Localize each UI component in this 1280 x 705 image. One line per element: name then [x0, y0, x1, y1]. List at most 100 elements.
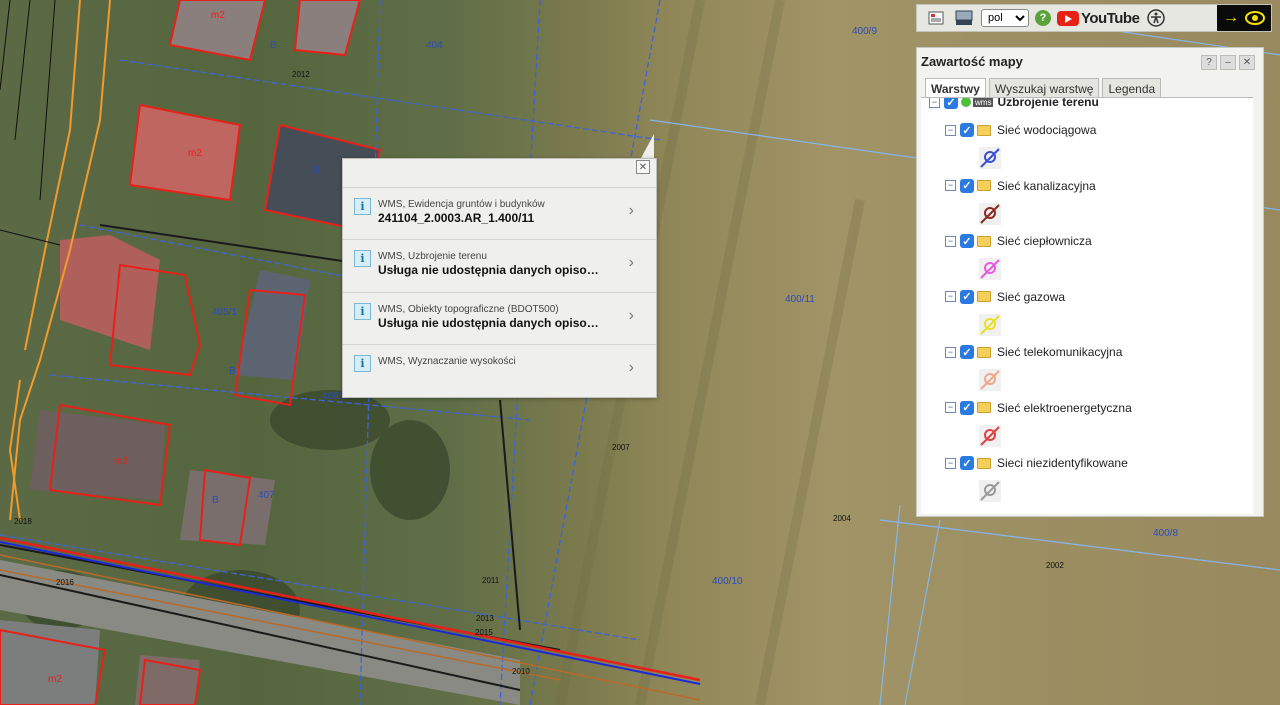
- minimize-icon[interactable]: –: [1220, 55, 1236, 70]
- high-contrast-button[interactable]: →: [1217, 5, 1271, 31]
- folder-icon: [977, 457, 991, 469]
- layer-item[interactable]: − ✓ Sieć gazowa: [945, 287, 1065, 307]
- building-label: B: [212, 495, 219, 506]
- parcel-label: 405/1: [212, 307, 238, 318]
- folder-icon: [977, 346, 991, 358]
- folder-icon: [977, 124, 991, 136]
- close-icon[interactable]: ✕: [1239, 55, 1255, 70]
- parcel-label: 404: [426, 40, 443, 51]
- point-label: 2010: [512, 667, 530, 676]
- layer-label: Sieć ciepłownicza: [997, 234, 1092, 248]
- youtube-link[interactable]: YouTube: [1057, 10, 1140, 27]
- close-icon[interactable]: ✕: [636, 160, 650, 174]
- collapse-icon[interactable]: −: [945, 291, 956, 302]
- language-select[interactable]: pol: [981, 9, 1029, 27]
- legend-symbol-icon: [979, 147, 1001, 169]
- result-value: 241104_2.0003.AR_1.400/11: [378, 211, 535, 225]
- collapse-icon[interactable]: −: [945, 346, 956, 358]
- parcel-label: 400/8: [1153, 528, 1179, 539]
- legend-symbol-icon: [979, 202, 1001, 225]
- checkbox-checked[interactable]: ✓: [960, 123, 974, 137]
- building-label: m2: [48, 674, 62, 685]
- point-label: 2004: [833, 514, 851, 523]
- collapse-icon[interactable]: −: [945, 235, 956, 247]
- parcel-label: 400/11: [785, 294, 815, 305]
- point-label: 2011: [482, 576, 500, 585]
- layer-item[interactable]: − ✓ Sieci niezidentyfikowane: [945, 453, 1128, 473]
- layer-item[interactable]: − ✓ Sieć wodociągowa: [945, 120, 1096, 140]
- point-label: 2015: [475, 628, 493, 637]
- layer-item[interactable]: − ✓ Sieć ciepłownicza: [945, 231, 1092, 251]
- folder-icon: [977, 291, 991, 302]
- result-item[interactable]: i WMS, Ewidencja gruntów i budynków 2411…: [343, 187, 656, 239]
- feature-info-popup: ✕ i WMS, Ewidencja gruntów i budynków 24…: [342, 158, 657, 398]
- chevron-right-icon: ›: [628, 254, 634, 271]
- result-value: Usługa nie udostępnia danych opisowych: [378, 263, 608, 277]
- parcel-label: 400/10: [712, 576, 743, 587]
- youtube-icon: [1057, 10, 1079, 26]
- layer-item[interactable]: − ✓ Sieć elektroenergetyczna: [945, 398, 1132, 418]
- layer-label: Sieci niezidentyfikowane: [997, 456, 1128, 470]
- eye-icon: [1245, 11, 1265, 25]
- checkbox-checked[interactable]: ✓: [960, 400, 974, 415]
- point-label: 2013: [476, 614, 494, 623]
- collapse-icon[interactable]: −: [945, 180, 956, 191]
- collapse-icon[interactable]: −: [945, 457, 956, 469]
- layer-label: Sieć gazowa: [997, 289, 1066, 304]
- checkbox-checked[interactable]: ✓: [960, 456, 974, 470]
- legend-symbol-icon: [979, 258, 1001, 280]
- chevron-right-icon: ›: [628, 359, 634, 376]
- building-label: m2: [211, 10, 225, 21]
- layer-label: Sieć kanalizacyjna: [997, 178, 1096, 193]
- result-value: Usługa nie udostępnia danych opisowych: [378, 316, 608, 330]
- layer-root[interactable]: − ✓ wms Uzbrojenie terenu: [929, 97, 1099, 112]
- point-label: 2007: [612, 443, 630, 452]
- building-label: B: [270, 40, 277, 51]
- panel-title: Zawartość mapy: [921, 54, 1023, 69]
- collapse-icon[interactable]: −: [929, 98, 940, 108]
- layer-label: Sieć wodociągowa: [997, 123, 1097, 137]
- layer-item[interactable]: − ✓ Sieć kanalizacyjna: [945, 176, 1096, 196]
- accessibility-icon[interactable]: [1145, 8, 1167, 28]
- legend-symbol-icon: [979, 369, 1001, 391]
- result-source: WMS, Wyznaczanie wysokości: [378, 356, 516, 367]
- point-label: 2018: [14, 517, 32, 526]
- building-label: B: [229, 366, 236, 377]
- wms-icon[interactable]: [953, 8, 975, 28]
- popup-tail: [640, 134, 654, 160]
- print-icon[interactable]: [925, 8, 947, 28]
- folder-icon: [977, 402, 991, 413]
- layer-item[interactable]: − ✓ Sieć telekomunikacyjna: [945, 342, 1122, 362]
- checkbox-checked[interactable]: ✓: [944, 98, 958, 109]
- checkbox-checked[interactable]: ✓: [960, 345, 974, 359]
- result-item[interactable]: i WMS, Obiekty topograficzne (BDOT500) U…: [343, 292, 656, 344]
- result-source: WMS, Ewidencja gruntów i budynków: [378, 199, 545, 210]
- checkbox-checked[interactable]: ✓: [960, 289, 974, 304]
- map-contents-panel: Zawartość mapy ? – ✕ Warstwy Wyszukaj wa…: [916, 47, 1264, 517]
- parcel-label: 400/9: [852, 26, 878, 37]
- layer-tree: − ✓ wms Uzbrojenie terenu − ✓ Sieć wodocią…: [921, 97, 1253, 514]
- wms-icon: wms: [973, 97, 994, 107]
- help-icon[interactable]: ?: [1201, 55, 1217, 70]
- chevron-right-icon: ›: [628, 202, 634, 219]
- collapse-icon[interactable]: −: [945, 402, 956, 413]
- result-item[interactable]: i WMS, Wyznaczanie wysokości ›: [343, 344, 656, 396]
- checkbox-checked[interactable]: ✓: [960, 178, 974, 193]
- legend-symbol-icon: [979, 313, 1001, 336]
- point-label: 2016: [56, 578, 74, 587]
- result-source: WMS, Obiekty topograficzne (BDOT500): [378, 304, 559, 315]
- legend-symbol-icon: [979, 480, 1001, 502]
- building-label: B: [313, 165, 320, 176]
- checkbox-checked[interactable]: ✓: [960, 234, 974, 248]
- panel-controls: ? – ✕: [1201, 55, 1255, 70]
- collapse-icon[interactable]: −: [945, 124, 956, 136]
- info-icon: i: [354, 250, 371, 267]
- building-label: m2: [114, 456, 128, 467]
- help-icon[interactable]: ?: [1035, 10, 1051, 26]
- building-label: m2: [188, 148, 202, 159]
- top-toolbar: pol ? YouTube →: [916, 4, 1272, 32]
- point-label: 2012: [292, 70, 310, 79]
- result-item[interactable]: i WMS, Uzbrojenie terenu Usługa nie udos…: [343, 239, 656, 291]
- status-dot-icon: [961, 98, 971, 107]
- parcel-label: 407: [258, 490, 275, 501]
